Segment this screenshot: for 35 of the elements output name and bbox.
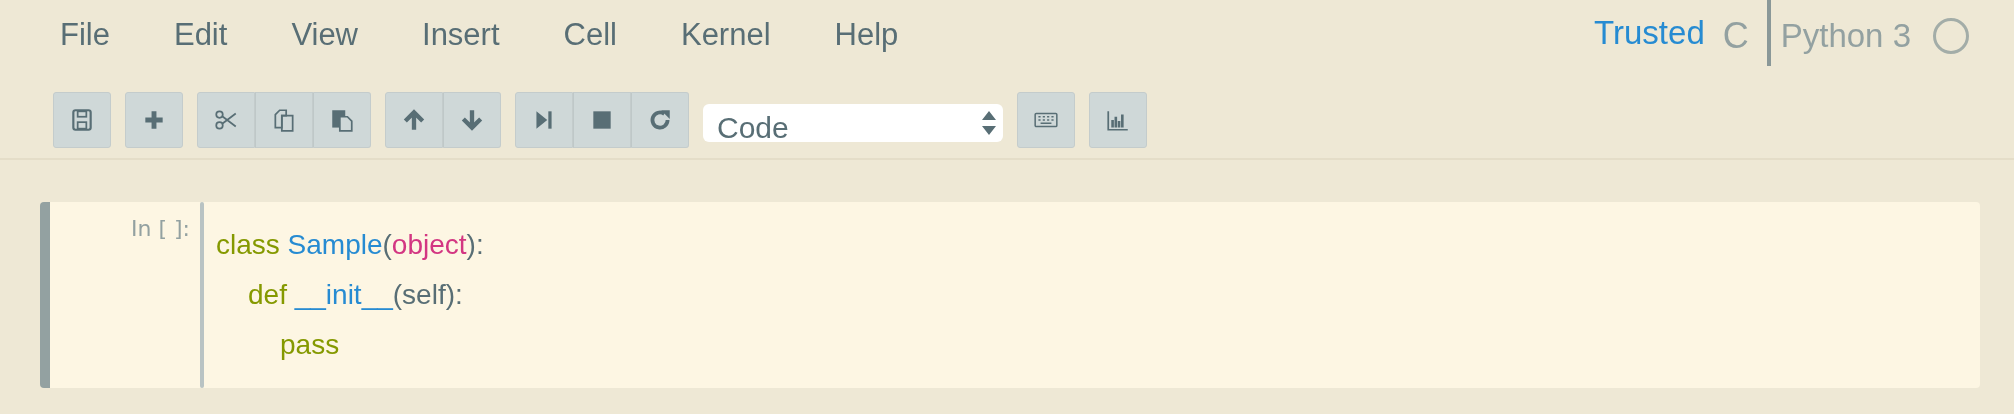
- menu-item[interactable]: View: [291, 13, 358, 53]
- cut-icon: [213, 107, 239, 133]
- code-line: def __init__(self):: [248, 278, 463, 312]
- down-arrow-icon: [459, 107, 485, 133]
- stop-button[interactable]: [573, 92, 631, 148]
- restart-icon: [647, 107, 673, 133]
- menu-item[interactable]: Insert: [422, 13, 500, 53]
- code-line: pass: [280, 328, 340, 362]
- up-arrow-button[interactable]: [385, 92, 443, 148]
- restart-button[interactable]: [631, 92, 689, 148]
- step-forward-button[interactable]: [515, 92, 573, 148]
- up-arrow-icon: [401, 107, 427, 133]
- bar-chart-button[interactable]: [1089, 92, 1147, 148]
- menu-item[interactable]: Edit: [173, 13, 228, 53]
- input-prompt: In [ ]:: [130, 215, 191, 241]
- copy-button[interactable]: [255, 92, 313, 148]
- menu-item[interactable]: Cell: [563, 13, 617, 53]
- save-icon: [69, 107, 95, 133]
- code-cell[interactable]: In [ ]: class Sample(object): def __init__(self): pass: [40, 202, 1980, 388]
- menu-item[interactable]: Help: [834, 13, 899, 53]
- cell-type-dropdown[interactable]: Code: [703, 104, 1003, 142]
- save-button[interactable]: [53, 92, 111, 148]
- trusted-indicator[interactable]: Trusted: [1594, 14, 1705, 52]
- paste-icon: [329, 107, 355, 133]
- menu-item[interactable]: Kernel: [680, 13, 771, 53]
- copy-icon: [271, 107, 297, 133]
- add-button[interactable]: [125, 92, 183, 148]
- mode-indicator: C: [1722, 14, 1749, 57]
- down-arrow-button[interactable]: [443, 92, 501, 148]
- sort-icon: [981, 110, 997, 136]
- code-line: class Sample(object):: [216, 228, 484, 262]
- keyboard-button[interactable]: [1017, 92, 1075, 148]
- paste-button[interactable]: [313, 92, 371, 148]
- menu-item[interactable]: File: [60, 13, 110, 53]
- cut-button[interactable]: [197, 92, 255, 148]
